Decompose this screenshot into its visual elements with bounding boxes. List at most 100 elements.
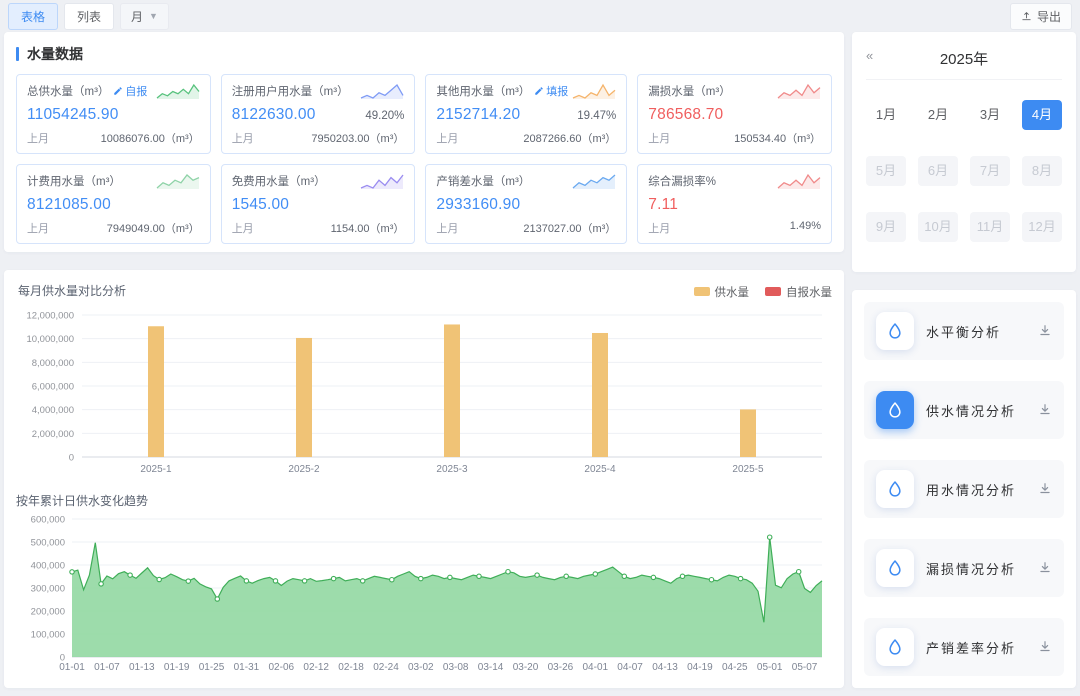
download-icon[interactable] (1038, 324, 1052, 338)
stat-card-title: 总供水量（m³） (27, 83, 109, 99)
water-drop-icon (876, 391, 914, 429)
chevron-down-icon: ▼ (149, 11, 158, 21)
charts-panel: 每月供水量对比分析 供水量自报水量 02,000,0004,000,0006,0… (4, 270, 844, 688)
stat-card-title: 漏损水量（m³） (648, 83, 730, 99)
stat-card: 免费用水量（m³） 1545.00 上月 1154.00（m³） (221, 164, 416, 244)
report-item[interactable]: 用水情况分析 (864, 460, 1064, 518)
svg-text:12,000,000: 12,000,000 (26, 311, 74, 322)
svg-text:03-14: 03-14 (478, 662, 504, 673)
report-label: 水平衡分析 (926, 322, 1001, 341)
prev-month-value: 7950203.00（m³） (311, 130, 404, 146)
stat-card-title: 综合漏损率% (648, 173, 716, 189)
download-icon[interactable] (1038, 561, 1052, 575)
export-icon (1021, 11, 1032, 22)
svg-text:04-19: 04-19 (687, 662, 713, 673)
svg-text:2025-2: 2025-2 (288, 464, 320, 475)
period-select-value: 月 (131, 8, 143, 25)
area-chart: 0100,000200,000300,000400,000500,000600,… (14, 513, 834, 675)
tab-table[interactable]: 表格 (8, 3, 58, 30)
stat-card: 产销差水量（m³） 2933160.90 上月 2137027.00（m³） (425, 164, 627, 244)
water-drop-icon (876, 312, 914, 350)
svg-text:2025-4: 2025-4 (584, 464, 616, 475)
title-accent-bar (16, 47, 19, 61)
calendar-month-7月: 7月 (970, 156, 1010, 186)
calendar-month-6月: 6月 (918, 156, 958, 186)
stat-card: 其他用水量（m³） 填报 2152714.20 19.47% 上月 208726… (425, 74, 627, 154)
report-item[interactable]: 供水情况分析 (864, 381, 1064, 439)
prev-month-value: 2137027.00（m³） (523, 220, 616, 236)
sparkline (156, 172, 200, 190)
calendar-month-11月: 11月 (970, 212, 1010, 242)
stat-card-value: 1545.00 (232, 196, 289, 214)
main-layout: 水量数据 总供水量（m³） 自报 11054245.90 上月 10086076… (0, 32, 1080, 692)
stat-card-value: 786568.70 (648, 106, 723, 124)
prev-month-value: 1154.00（m³） (331, 220, 405, 236)
sparkline (777, 172, 821, 190)
svg-text:02-24: 02-24 (373, 662, 399, 673)
svg-text:03-20: 03-20 (513, 662, 539, 673)
prev-month-label: 上月 (232, 130, 254, 146)
svg-text:8,000,000: 8,000,000 (32, 358, 74, 369)
calendar-month-3月[interactable]: 3月 (970, 100, 1010, 130)
svg-text:05-07: 05-07 (792, 662, 818, 673)
calendar-prev-button[interactable]: « (866, 48, 873, 63)
svg-text:2025-1: 2025-1 (140, 464, 172, 475)
report-entry-link[interactable]: 填报 (534, 83, 568, 99)
download-icon[interactable] (1038, 482, 1052, 496)
tab-list[interactable]: 列表 (64, 3, 114, 30)
prev-month-label: 上月 (27, 220, 49, 236)
report-item[interactable]: 水平衡分析 (864, 302, 1064, 360)
sparkline (777, 82, 821, 100)
svg-text:6,000,000: 6,000,000 (32, 382, 74, 393)
prev-month-label: 上月 (648, 130, 670, 146)
stat-card-title: 免费用水量（m³） (232, 173, 326, 189)
calendar-month-2月[interactable]: 2月 (918, 100, 958, 130)
stat-card-title: 注册用户用水量（m³） (232, 83, 349, 99)
stat-card-percent: 49.20% (365, 110, 404, 122)
stat-card-grid: 总供水量（m³） 自报 11054245.90 上月 10086076.00（m… (4, 74, 844, 244)
export-button[interactable]: 导出 (1010, 3, 1072, 30)
prev-month-label: 上月 (436, 220, 458, 236)
download-icon[interactable] (1038, 403, 1052, 417)
calendar-month-grid: 1月2月3月4月5月6月7月8月9月10月11月12月 (866, 80, 1062, 242)
legend-item[interactable]: 自报水量 (765, 284, 832, 300)
svg-text:2025-3: 2025-3 (436, 464, 468, 475)
report-label: 用水情况分析 (926, 480, 1016, 499)
stat-card-value: 7.11 (648, 196, 678, 214)
calendar-month-9月: 9月 (866, 212, 906, 242)
report-item[interactable]: 产销差率分析 (864, 618, 1064, 676)
calendar-month-4月[interactable]: 4月 (1022, 100, 1062, 130)
stat-card: 计费用水量（m³） 8121085.00 上月 7949049.00（m³） (16, 164, 211, 244)
period-select[interactable]: 月 ▼ (120, 3, 169, 30)
calendar-year: 2025年 (940, 51, 988, 68)
prev-month-value: 2087266.60（m³） (523, 130, 616, 146)
legend-label: 供水量 (715, 284, 750, 300)
svg-text:04-13: 04-13 (652, 662, 678, 673)
svg-text:2,000,000: 2,000,000 (32, 429, 74, 440)
stat-card: 总供水量（m³） 自报 11054245.90 上月 10086076.00（m… (16, 74, 211, 154)
report-entry-link[interactable]: 自报 (113, 83, 147, 99)
svg-text:100,000: 100,000 (31, 630, 65, 641)
legend-item[interactable]: 供水量 (694, 284, 750, 300)
svg-text:600,000: 600,000 (31, 515, 65, 526)
report-label: 产销差率分析 (926, 638, 1016, 657)
chart-legend: 供水量自报水量 (694, 284, 833, 300)
stat-card-value: 2152714.20 (436, 106, 520, 124)
stat-card-value: 8122630.00 (232, 106, 316, 124)
download-icon[interactable] (1038, 640, 1052, 654)
legend-swatch (765, 287, 781, 296)
bar-chart: 02,000,0004,000,0006,000,0008,000,00010,… (14, 307, 834, 479)
stat-card-title: 其他用水量（m³） (436, 83, 530, 99)
stat-card-title: 计费用水量（m³） (27, 173, 121, 189)
svg-text:04-01: 04-01 (583, 662, 609, 673)
prev-month-value: 10086076.00（m³） (101, 130, 200, 146)
report-label: 供水情况分析 (926, 401, 1016, 420)
calendar-month-10月: 10月 (918, 212, 958, 242)
svg-text:02-18: 02-18 (338, 662, 364, 673)
svg-text:05-01: 05-01 (757, 662, 783, 673)
legend-swatch (694, 287, 710, 296)
calendar-month-1月[interactable]: 1月 (866, 100, 906, 130)
svg-text:2025-5: 2025-5 (732, 464, 764, 475)
report-item[interactable]: 漏损情况分析 (864, 539, 1064, 597)
view-tabs: 表格列表 (8, 3, 114, 30)
